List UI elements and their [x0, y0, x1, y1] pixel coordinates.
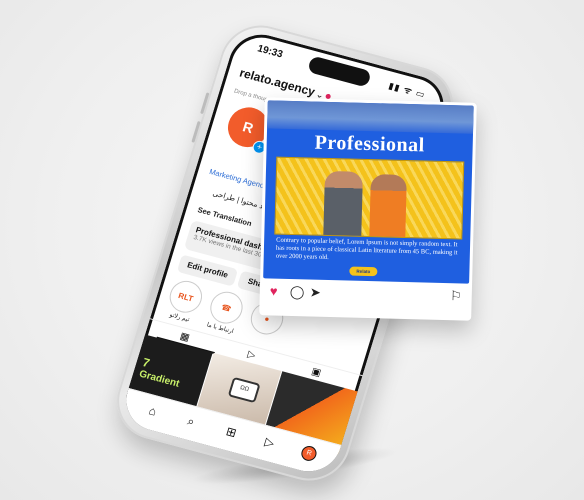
- send-icon[interactable]: ➤: [310, 285, 321, 301]
- tagged-tab-icon[interactable]: ▣: [310, 366, 322, 379]
- create-icon[interactable]: ⊞: [224, 424, 238, 440]
- highlight-cover: RLT: [165, 277, 207, 317]
- post-photo: [274, 156, 465, 240]
- heart-icon[interactable]: ♥: [270, 283, 278, 298]
- comment-icon[interactable]: ◯: [290, 284, 305, 300]
- highlight-item[interactable]: ☎ ارتباط با ما: [204, 288, 247, 335]
- avatar-logo: R: [240, 118, 256, 137]
- volume-up-button: [200, 92, 210, 115]
- status-time: 19:33: [255, 43, 284, 61]
- search-icon[interactable]: ⌕: [185, 414, 197, 430]
- post-image[interactable]: Professional Contrary to popular belief,…: [263, 100, 474, 284]
- reels-tab-icon[interactable]: ▷: [246, 349, 257, 362]
- bookmark-icon[interactable]: ⚐: [450, 288, 462, 304]
- profile-avatar-icon[interactable]: R: [299, 444, 319, 463]
- volume-down-button: [191, 120, 201, 143]
- post-card: Professional Contrary to popular belief,…: [259, 97, 477, 321]
- grid-tab-icon[interactable]: ▦: [179, 331, 191, 344]
- status-icons: ▮▮ ᯤ ▭: [387, 80, 427, 100]
- person-figure: [323, 170, 363, 236]
- reels-icon[interactable]: ▷: [263, 434, 276, 450]
- highlight-cover: ☎: [206, 288, 247, 328]
- person-figure: [369, 174, 407, 237]
- post-caption: Contrary to popular belief, Lorem Ipsum …: [275, 236, 458, 261]
- home-icon[interactable]: ⌂: [147, 403, 158, 418]
- post-background-photo: [267, 100, 474, 134]
- post-title: Professional: [314, 131, 426, 157]
- post-brand-logo: Relato: [349, 266, 378, 277]
- post-actions: ♥ ◯ ➤ ⚐: [269, 283, 462, 308]
- post-text: 7 Gradient: [138, 355, 185, 390]
- highlight-item[interactable]: RLT تیم رلاتو: [163, 277, 207, 324]
- post-logo: ΩΩ: [227, 376, 261, 404]
